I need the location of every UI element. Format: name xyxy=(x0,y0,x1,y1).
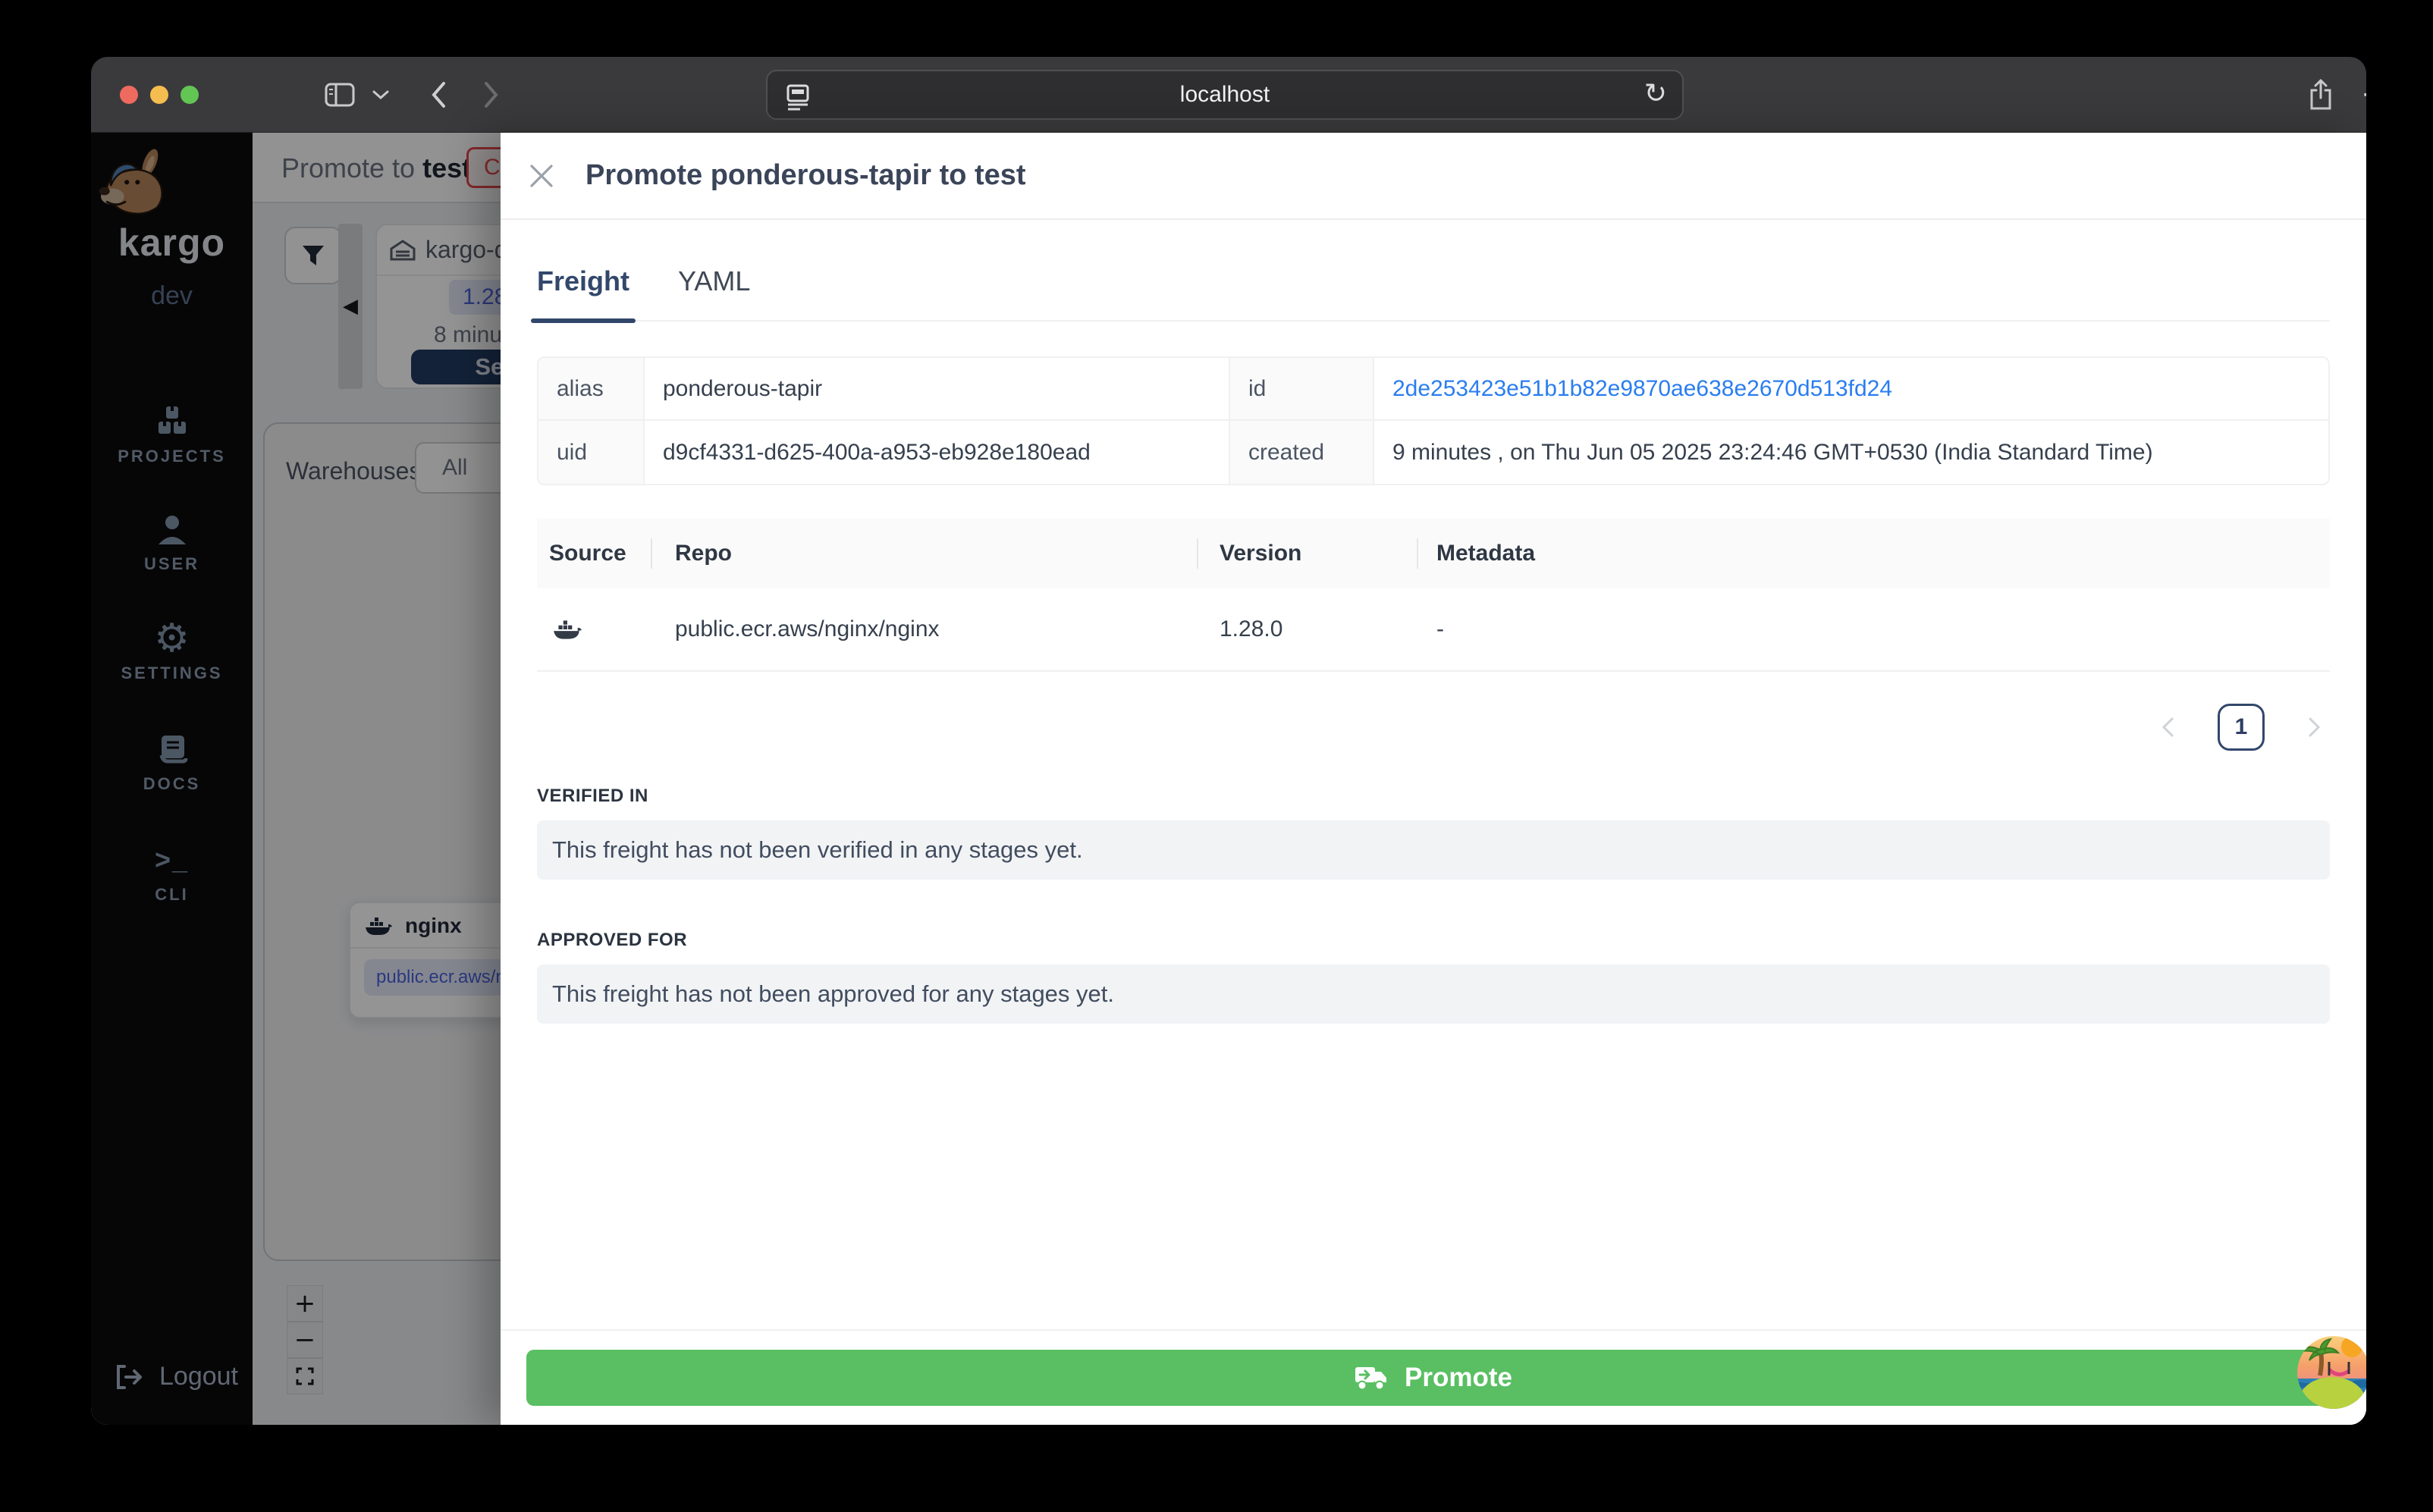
tab-label: YAML xyxy=(678,265,751,296)
chevron-down-icon[interactable] xyxy=(366,74,396,116)
artifacts-table-header: Source Repo Version Metadata xyxy=(537,519,2330,588)
alias-value: ponderous-tapir xyxy=(645,358,1230,421)
new-tab-button[interactable]: + xyxy=(2353,73,2366,117)
uid-value: d9cf4331-d625-400a-a953-eb928e180ead xyxy=(645,421,1230,484)
freight-details-table: alias ponderous-tapir id 2de253423e51b1b… xyxy=(537,356,2330,485)
source-cell xyxy=(537,588,651,670)
column-header-source: Source xyxy=(549,541,626,566)
tab-label: Freight xyxy=(537,265,629,296)
browser-window: localhost ↻ + xyxy=(91,57,2366,1425)
approved-for-empty-state: This freight has not been approved for a… xyxy=(537,965,2330,1024)
freight-tabs: Freight YAML xyxy=(531,265,2330,323)
page-number[interactable]: 1 xyxy=(2218,704,2265,751)
sidebar-toggle-icon[interactable] xyxy=(319,74,361,116)
app-area: kargo dev PROJECTS USER ⚙ SETTINGS DOCS … xyxy=(91,133,2366,1425)
uid-label: uid xyxy=(538,421,645,484)
drawer-title: Promote ponderous-tapir to test xyxy=(585,159,1026,191)
approved-for-heading: APPROVED FOR xyxy=(537,930,688,950)
promote-button[interactable]: Promote xyxy=(526,1350,2340,1406)
active-tab-indicator xyxy=(531,318,636,323)
zoom-window-button[interactable] xyxy=(181,86,199,104)
repo-cell: public.ecr.aws/nginx/nginx xyxy=(675,616,940,642)
alias-label: alias xyxy=(538,358,645,421)
created-value: 9 minutes , on Thu Jun 05 2025 23:24:46 … xyxy=(1374,421,2328,484)
artifacts-table: Source Repo Version Metadata public.ecr.… xyxy=(537,519,2330,672)
forward-button[interactable] xyxy=(470,74,513,116)
address-text: localhost xyxy=(1179,82,1270,107)
column-header-metadata: Metadata xyxy=(1417,519,2330,588)
back-button[interactable] xyxy=(417,74,460,116)
minimize-window-button[interactable] xyxy=(150,86,168,104)
tropical-island-icon xyxy=(2297,1336,2366,1409)
table-row: public.ecr.aws/nginx/nginx 1.28.0 - xyxy=(537,588,2330,672)
promote-freight-drawer: Promote ponderous-tapir to test Freight … xyxy=(501,133,2366,1425)
column-header-repo: Repo xyxy=(651,519,1197,588)
verified-in-heading: VERIFIED IN xyxy=(537,786,648,806)
island-badge[interactable] xyxy=(2297,1336,2366,1409)
reload-icon[interactable]: ↻ xyxy=(1644,77,1667,109)
created-label: created xyxy=(1230,421,1374,484)
share-icon[interactable] xyxy=(2300,74,2342,116)
column-header-version: Version xyxy=(1197,519,1417,588)
page-icon[interactable] xyxy=(784,81,812,111)
metadata-cell: - xyxy=(1436,616,1444,642)
screenshot-root: localhost ↻ + xyxy=(0,0,2433,1512)
drawer-footer: Promote xyxy=(501,1329,2366,1425)
docker-icon xyxy=(554,620,582,639)
pagination: 1 xyxy=(537,704,2330,751)
close-icon[interactable] xyxy=(523,158,560,194)
id-label: id xyxy=(1230,358,1374,421)
tab-freight[interactable]: Freight xyxy=(531,265,636,323)
version-cell: 1.28.0 xyxy=(1220,616,1283,642)
tab-yaml[interactable]: YAML xyxy=(678,265,750,322)
previous-page-button[interactable] xyxy=(2152,712,2183,742)
drawer-body: Freight YAML alias ponderous-tapir id 2d… xyxy=(531,220,2330,1024)
promote-truck-icon xyxy=(1355,1367,1387,1391)
drawer-header: Promote ponderous-tapir to test xyxy=(501,133,2366,220)
next-page-button[interactable] xyxy=(2300,712,2330,742)
browser-titlebar: localhost ↻ + xyxy=(91,57,2366,133)
promote-label: Promote xyxy=(1405,1363,1512,1392)
freight-id-link[interactable]: 2de253423e51b1b82e9870ae638e2670d513fd24 xyxy=(1392,376,1892,402)
close-window-button[interactable] xyxy=(120,86,138,104)
address-bar[interactable]: localhost ↻ xyxy=(766,70,1684,120)
verified-in-empty-state: This freight has not been verified in an… xyxy=(537,820,2330,880)
